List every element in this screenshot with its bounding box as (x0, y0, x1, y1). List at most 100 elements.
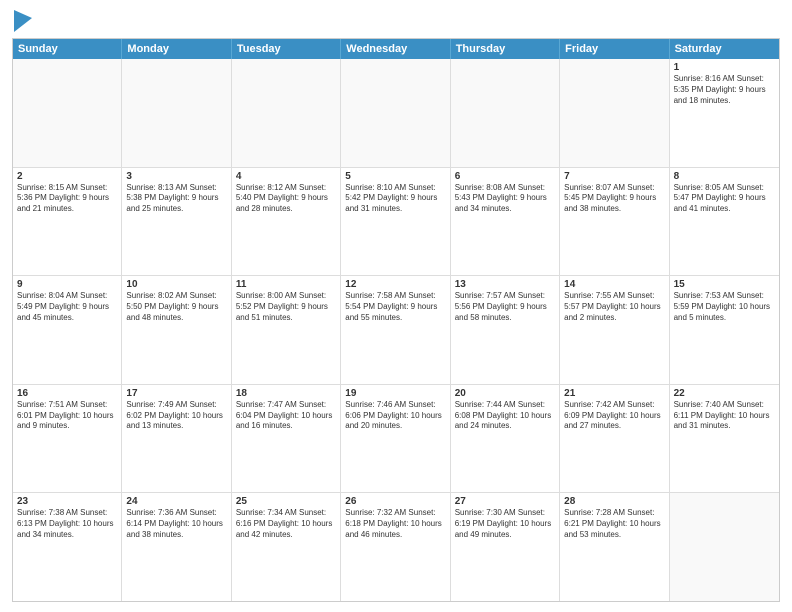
cal-cell: 14Sunrise: 7:55 AM Sunset: 5:57 PM Dayli… (560, 276, 669, 384)
day-number: 16 (17, 388, 117, 399)
day-number: 4 (236, 171, 336, 182)
day-number: 5 (345, 171, 445, 182)
day-number: 23 (17, 496, 117, 507)
cal-cell (232, 59, 341, 167)
cal-cell: 11Sunrise: 8:00 AM Sunset: 5:52 PM Dayli… (232, 276, 341, 384)
cal-cell: 3Sunrise: 8:13 AM Sunset: 5:38 PM Daylig… (122, 168, 231, 276)
day-info: Sunrise: 7:58 AM Sunset: 5:54 PM Dayligh… (345, 291, 445, 323)
cal-week-4: 23Sunrise: 7:38 AM Sunset: 6:13 PM Dayli… (13, 493, 779, 601)
day-info: Sunrise: 7:40 AM Sunset: 6:11 PM Dayligh… (674, 400, 775, 432)
day-number: 24 (126, 496, 226, 507)
day-info: Sunrise: 8:13 AM Sunset: 5:38 PM Dayligh… (126, 183, 226, 215)
calendar: SundayMondayTuesdayWednesdayThursdayFrid… (12, 38, 780, 602)
header-day-tuesday: Tuesday (232, 39, 341, 59)
cal-cell (451, 59, 560, 167)
cal-cell: 13Sunrise: 7:57 AM Sunset: 5:56 PM Dayli… (451, 276, 560, 384)
cal-cell: 10Sunrise: 8:02 AM Sunset: 5:50 PM Dayli… (122, 276, 231, 384)
day-number: 7 (564, 171, 664, 182)
day-info: Sunrise: 8:07 AM Sunset: 5:45 PM Dayligh… (564, 183, 664, 215)
day-info: Sunrise: 7:42 AM Sunset: 6:09 PM Dayligh… (564, 400, 664, 432)
day-info: Sunrise: 8:04 AM Sunset: 5:49 PM Dayligh… (17, 291, 117, 323)
cal-cell: 24Sunrise: 7:36 AM Sunset: 6:14 PM Dayli… (122, 493, 231, 601)
day-number: 21 (564, 388, 664, 399)
day-info: Sunrise: 7:55 AM Sunset: 5:57 PM Dayligh… (564, 291, 664, 323)
day-number: 19 (345, 388, 445, 399)
day-info: Sunrise: 8:10 AM Sunset: 5:42 PM Dayligh… (345, 183, 445, 215)
cal-cell: 26Sunrise: 7:32 AM Sunset: 6:18 PM Dayli… (341, 493, 450, 601)
logo-icon (14, 10, 32, 32)
cal-cell: 6Sunrise: 8:08 AM Sunset: 5:43 PM Daylig… (451, 168, 560, 276)
day-info: Sunrise: 7:38 AM Sunset: 6:13 PM Dayligh… (17, 508, 117, 540)
day-info: Sunrise: 7:49 AM Sunset: 6:02 PM Dayligh… (126, 400, 226, 432)
day-number: 9 (17, 279, 117, 290)
day-info: Sunrise: 7:44 AM Sunset: 6:08 PM Dayligh… (455, 400, 555, 432)
day-info: Sunrise: 8:08 AM Sunset: 5:43 PM Dayligh… (455, 183, 555, 215)
cal-week-3: 16Sunrise: 7:51 AM Sunset: 6:01 PM Dayli… (13, 385, 779, 494)
cal-cell: 25Sunrise: 7:34 AM Sunset: 6:16 PM Dayli… (232, 493, 341, 601)
calendar-body: 1Sunrise: 8:16 AM Sunset: 5:35 PM Daylig… (13, 59, 779, 601)
day-info: Sunrise: 8:02 AM Sunset: 5:50 PM Dayligh… (126, 291, 226, 323)
cal-cell (560, 59, 669, 167)
day-number: 27 (455, 496, 555, 507)
header-day-wednesday: Wednesday (341, 39, 450, 59)
day-number: 2 (17, 171, 117, 182)
day-number: 28 (564, 496, 664, 507)
cal-cell: 7Sunrise: 8:07 AM Sunset: 5:45 PM Daylig… (560, 168, 669, 276)
day-number: 17 (126, 388, 226, 399)
day-info: Sunrise: 7:53 AM Sunset: 5:59 PM Dayligh… (674, 291, 775, 323)
day-number: 8 (674, 171, 775, 182)
day-number: 20 (455, 388, 555, 399)
day-number: 15 (674, 279, 775, 290)
day-number: 1 (674, 62, 775, 73)
day-info: Sunrise: 7:32 AM Sunset: 6:18 PM Dayligh… (345, 508, 445, 540)
day-number: 14 (564, 279, 664, 290)
day-info: Sunrise: 7:30 AM Sunset: 6:19 PM Dayligh… (455, 508, 555, 540)
day-number: 11 (236, 279, 336, 290)
day-info: Sunrise: 8:00 AM Sunset: 5:52 PM Dayligh… (236, 291, 336, 323)
day-info: Sunrise: 7:36 AM Sunset: 6:14 PM Dayligh… (126, 508, 226, 540)
day-info: Sunrise: 8:16 AM Sunset: 5:35 PM Dayligh… (674, 74, 775, 106)
cal-cell: 16Sunrise: 7:51 AM Sunset: 6:01 PM Dayli… (13, 385, 122, 493)
cal-cell: 28Sunrise: 7:28 AM Sunset: 6:21 PM Dayli… (560, 493, 669, 601)
day-info: Sunrise: 7:46 AM Sunset: 6:06 PM Dayligh… (345, 400, 445, 432)
cal-cell: 1Sunrise: 8:16 AM Sunset: 5:35 PM Daylig… (670, 59, 779, 167)
cal-cell: 12Sunrise: 7:58 AM Sunset: 5:54 PM Dayli… (341, 276, 450, 384)
day-number: 12 (345, 279, 445, 290)
day-number: 13 (455, 279, 555, 290)
cal-cell (341, 59, 450, 167)
cal-week-0: 1Sunrise: 8:16 AM Sunset: 5:35 PM Daylig… (13, 59, 779, 168)
cal-week-1: 2Sunrise: 8:15 AM Sunset: 5:36 PM Daylig… (13, 168, 779, 277)
day-number: 26 (345, 496, 445, 507)
logo (12, 10, 32, 32)
cal-cell (670, 493, 779, 601)
cal-week-2: 9Sunrise: 8:04 AM Sunset: 5:49 PM Daylig… (13, 276, 779, 385)
day-info: Sunrise: 8:05 AM Sunset: 5:47 PM Dayligh… (674, 183, 775, 215)
day-info: Sunrise: 7:34 AM Sunset: 6:16 PM Dayligh… (236, 508, 336, 540)
header-day-monday: Monday (122, 39, 231, 59)
day-info: Sunrise: 7:57 AM Sunset: 5:56 PM Dayligh… (455, 291, 555, 323)
cal-cell: 23Sunrise: 7:38 AM Sunset: 6:13 PM Dayli… (13, 493, 122, 601)
cal-cell: 20Sunrise: 7:44 AM Sunset: 6:08 PM Dayli… (451, 385, 560, 493)
day-number: 6 (455, 171, 555, 182)
header-day-friday: Friday (560, 39, 669, 59)
cal-cell: 4Sunrise: 8:12 AM Sunset: 5:40 PM Daylig… (232, 168, 341, 276)
day-number: 18 (236, 388, 336, 399)
cal-cell: 21Sunrise: 7:42 AM Sunset: 6:09 PM Dayli… (560, 385, 669, 493)
cal-cell: 18Sunrise: 7:47 AM Sunset: 6:04 PM Dayli… (232, 385, 341, 493)
cal-cell (13, 59, 122, 167)
header-day-sunday: Sunday (13, 39, 122, 59)
day-number: 10 (126, 279, 226, 290)
cal-cell: 2Sunrise: 8:15 AM Sunset: 5:36 PM Daylig… (13, 168, 122, 276)
day-info: Sunrise: 7:28 AM Sunset: 6:21 PM Dayligh… (564, 508, 664, 540)
cal-cell: 19Sunrise: 7:46 AM Sunset: 6:06 PM Dayli… (341, 385, 450, 493)
page: SundayMondayTuesdayWednesdayThursdayFrid… (0, 0, 792, 612)
day-info: Sunrise: 7:47 AM Sunset: 6:04 PM Dayligh… (236, 400, 336, 432)
cal-cell: 17Sunrise: 7:49 AM Sunset: 6:02 PM Dayli… (122, 385, 231, 493)
day-info: Sunrise: 8:15 AM Sunset: 5:36 PM Dayligh… (17, 183, 117, 215)
cal-cell: 9Sunrise: 8:04 AM Sunset: 5:49 PM Daylig… (13, 276, 122, 384)
cal-cell: 15Sunrise: 7:53 AM Sunset: 5:59 PM Dayli… (670, 276, 779, 384)
cal-cell: 8Sunrise: 8:05 AM Sunset: 5:47 PM Daylig… (670, 168, 779, 276)
day-info: Sunrise: 7:51 AM Sunset: 6:01 PM Dayligh… (17, 400, 117, 432)
day-number: 22 (674, 388, 775, 399)
cal-cell: 5Sunrise: 8:10 AM Sunset: 5:42 PM Daylig… (341, 168, 450, 276)
